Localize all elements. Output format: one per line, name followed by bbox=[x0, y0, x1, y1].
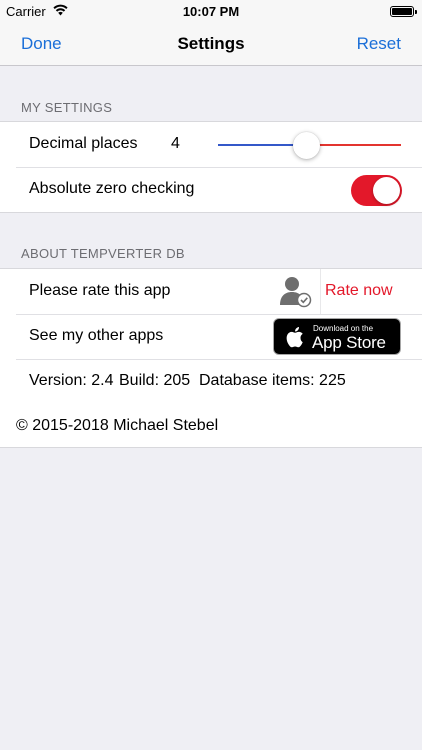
rate-app-label: Please rate this app bbox=[29, 282, 171, 299]
status-time: 10:07 PM bbox=[182, 4, 240, 19]
copyright-text: © 2015-2018 Michael Stebel bbox=[16, 417, 219, 434]
rate-app-row[interactable]: Please rate this app Rate now bbox=[0, 269, 422, 314]
status-bar: Carrier 10:07 PM bbox=[0, 0, 422, 22]
apple-logo-icon bbox=[286, 327, 303, 348]
battery-icon bbox=[390, 6, 417, 17]
version-row: Version: 2.4 Build: 205 Database items: … bbox=[0, 359, 422, 404]
rate-user-icon bbox=[280, 277, 312, 308]
other-apps-label: See my other apps bbox=[29, 327, 164, 344]
my-settings-group: Decimal places 4 Absolute zero checking bbox=[0, 121, 422, 213]
about-header: ABOUT TEMPVERTER DB bbox=[21, 246, 185, 261]
badge-big-text: App Store bbox=[312, 333, 386, 352]
toggle-knob bbox=[373, 177, 400, 204]
absolute-zero-label: Absolute zero checking bbox=[29, 180, 195, 197]
rate-divider bbox=[320, 269, 321, 314]
slider-thumb[interactable] bbox=[292, 132, 320, 159]
absolute-zero-row: Absolute zero checking bbox=[0, 167, 422, 212]
app-store-badge[interactable]: Download on the App Store bbox=[273, 318, 401, 355]
version-text: Version: 2.4 bbox=[29, 372, 114, 389]
reset-button[interactable]: Reset bbox=[357, 34, 401, 54]
rate-now-button[interactable]: Rate now bbox=[325, 282, 393, 300]
build-text: Build: 205 bbox=[119, 372, 191, 389]
about-group: Please rate this app Rate now See my oth… bbox=[0, 268, 422, 405]
slider-track-max bbox=[306, 144, 401, 146]
badge-small-text: Download on the bbox=[313, 324, 374, 333]
absolute-zero-toggle[interactable] bbox=[351, 175, 402, 206]
copyright-row: © 2015-2018 Michael Stebel bbox=[0, 404, 422, 448]
decimal-places-label: Decimal places bbox=[29, 135, 138, 152]
my-settings-header: MY SETTINGS bbox=[21, 100, 113, 115]
database-items-text: Database items: 225 bbox=[199, 372, 346, 389]
navigation-bar: Done Settings Reset bbox=[0, 22, 422, 66]
decimal-places-slider[interactable] bbox=[218, 132, 401, 159]
done-button[interactable]: Done bbox=[21, 34, 62, 54]
decimal-places-row: Decimal places 4 bbox=[0, 122, 422, 167]
decimal-places-value: 4 bbox=[171, 135, 180, 152]
other-apps-row[interactable]: See my other apps Download on the App St… bbox=[0, 314, 422, 359]
